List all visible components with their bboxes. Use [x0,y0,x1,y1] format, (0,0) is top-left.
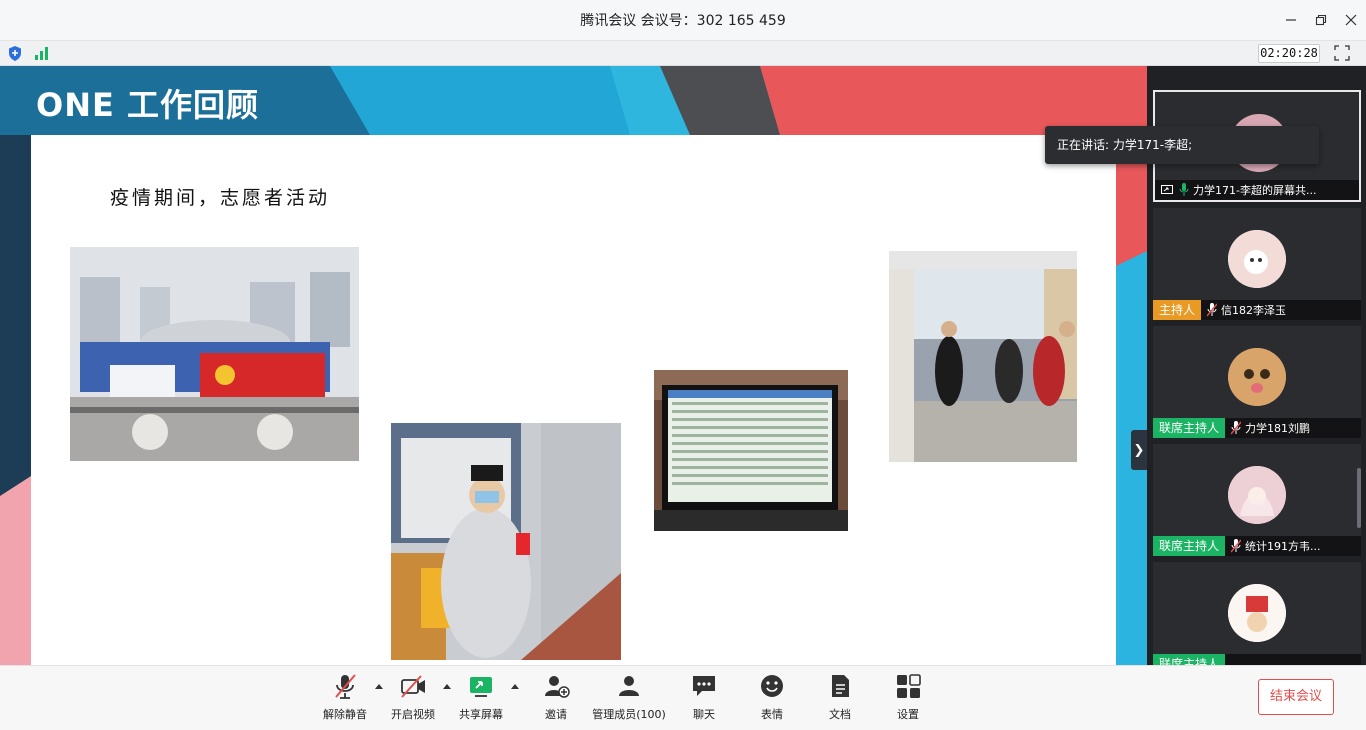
volunteer-group-photo [70,247,359,461]
manage-members-button[interactable]: 管理成员(100) [592,672,666,726]
computer-screen-photo [654,370,848,531]
chat-button[interactable]: 聊天 [690,672,718,726]
add-user-icon [545,676,570,698]
settings-button[interactable]: 设置 [894,672,922,726]
settings-grid-icon [897,674,921,698]
reaction-button[interactable]: 表情 [758,672,786,726]
video-off-icon [401,675,425,698]
cohost-badge: 联席主持人 [1153,536,1226,556]
checkpoint-photo [889,251,1077,462]
mic-muted-icon [335,674,356,699]
share-screen-button[interactable]: 共享屏幕 [458,672,504,726]
speaking-indicator: 正在讲话: 力学171-李超; [1045,126,1319,164]
volunteer-portrait-photo [391,423,621,660]
mic-muted-icon [1231,539,1242,553]
shared-screen: ONE 工作回顾 疫情期间，志愿者活动 ❯ [0,66,1147,665]
participant-name: 力学181刘鹏 [1245,422,1311,435]
shield-icon[interactable] [8,46,22,61]
fullscreen-icon[interactable] [1334,45,1350,61]
participant-tile[interactable]: 主持人 信182李泽玉 [1153,208,1361,320]
restore-icon[interactable] [1306,0,1336,40]
cohost-badge: 联席主持人 [1153,654,1226,665]
cohost-badge: 联席主持人 [1153,418,1226,438]
avatar [1228,348,1286,406]
status-bar: 02:20:28 [0,40,1366,66]
avatar [1228,466,1286,524]
avatar [1228,230,1286,288]
document-icon [832,675,849,697]
window-title: 腾讯会议 会议号：302 165 459 [580,13,786,29]
slide-content: 疫情期间，志愿者活动 [31,135,1116,665]
invite-button[interactable]: 邀请 [537,672,575,726]
participant-name: 力学171-李超的屏幕共... [1193,184,1317,197]
chevron-right-icon[interactable]: ❯ [1131,430,1147,470]
unmute-button[interactable]: 解除静音 [322,672,368,726]
minimize-icon[interactable] [1276,0,1306,40]
panel-scrollbar[interactable] [1357,468,1361,528]
mic-options-caret[interactable] [375,684,383,689]
share-options-caret[interactable] [511,684,519,689]
end-meeting-button[interactable]: 结束会议 [1258,679,1334,715]
participant-tile[interactable]: 联席主持人 力学181刘鹏 [1153,326,1361,438]
participant-tile[interactable]: 联席主持人 统计191方韦... [1153,444,1361,556]
participant-name: 信182李泽玉 [1221,304,1287,317]
meeting-timer: 02:20:28 [1258,44,1320,63]
avatar [1228,584,1286,642]
mic-active-icon [1179,183,1189,196]
participant-name: 统计191方韦... [1245,540,1321,553]
share-screen-icon [470,677,492,697]
slide-title: ONE 工作回顾 [36,86,259,124]
title-bar: 腾讯会议 会议号：302 165 459 [0,0,1366,40]
screen-share-icon [1161,185,1173,194]
video-options-caret[interactable] [443,684,451,689]
members-icon [619,676,639,696]
signal-icon[interactable] [34,46,50,60]
slide-subtitle: 疫情期间，志愿者活动 [110,187,331,209]
meeting-controls: 解除静音 开启视频 共享屏幕 邀请 管理成员(100) 聊天 表情 文档 设置 … [0,665,1366,730]
mic-muted-icon [1207,303,1218,317]
chat-icon [693,676,715,696]
host-badge: 主持人 [1153,300,1202,320]
close-icon[interactable] [1336,0,1366,40]
docs-button[interactable]: 文档 [826,672,854,726]
emoji-icon [761,675,783,697]
participant-tile[interactable]: 联席主持人 [1153,562,1361,665]
start-video-button[interactable]: 开启视频 [390,672,436,726]
mic-muted-icon [1231,421,1242,435]
